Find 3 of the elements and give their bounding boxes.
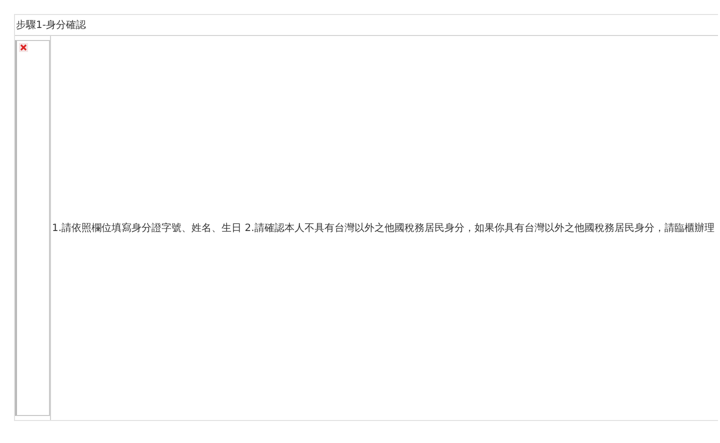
panel-title: 步驟1-身分確認 [16,18,86,32]
instruction-text: 1.請依照欄位填寫身分證字號、姓名、生日 2.請確認本人不具有台灣以外之他國稅務居民身分，如果你具有台灣以外之他國稅務居民身分，請臨櫃辦理 [52,222,714,235]
broken-image-icon [19,43,28,52]
